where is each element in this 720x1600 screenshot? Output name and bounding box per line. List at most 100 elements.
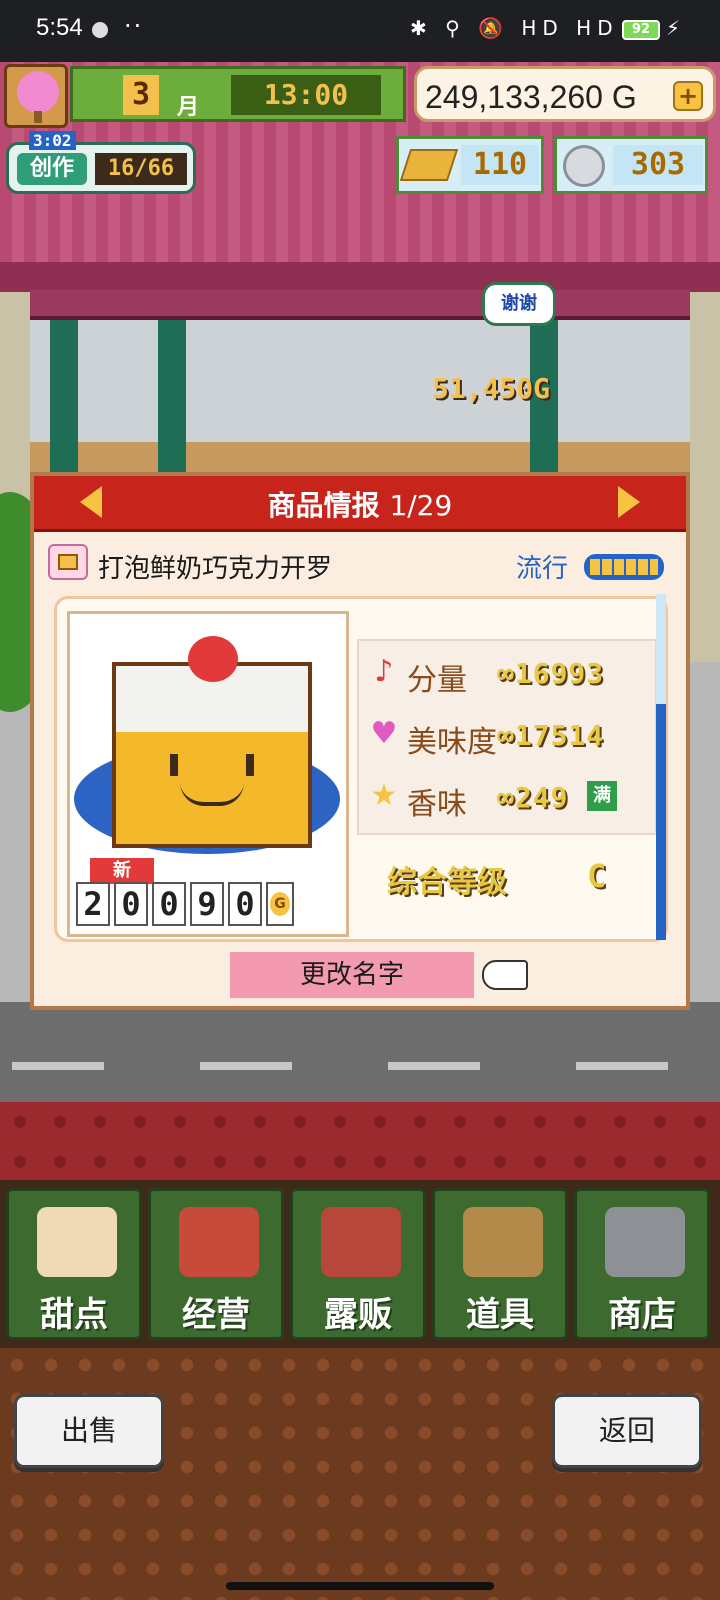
battery-icon: 92: [622, 20, 660, 40]
gold-bar-count: 110: [461, 145, 539, 185]
trend-meter-fill: [590, 559, 658, 575]
back-button[interactable]: 返回: [552, 1394, 702, 1468]
panel-header: 商品情报 1/29: [34, 476, 686, 532]
panel-title-text: 商品情报: [267, 489, 380, 522]
gold-bar-icon: [399, 149, 459, 181]
create-timer: 3:02: [29, 131, 76, 150]
home-indicator[interactable]: [226, 1582, 494, 1590]
price-digit: 0: [114, 882, 148, 926]
cake-eye: [170, 754, 178, 776]
product-image-frame: 新 2 0 0 9 0 G: [67, 611, 349, 937]
notification-icon: [92, 22, 108, 38]
price-unit: G: [270, 892, 290, 916]
tools-bag-icon: [463, 1207, 543, 1277]
shop-sign-bar: [30, 290, 690, 320]
price-digit: 0: [228, 882, 262, 926]
panel-title: 商品情报 1/29: [34, 484, 686, 524]
product-detail-card: 新 2 0 0 9 0 G ♪ 分量 ∞16993 ♥ 美味度 ∞17514 ★…: [54, 596, 668, 942]
nav-label: 甜点: [40, 1295, 108, 1335]
add-money-button[interactable]: +: [673, 81, 703, 111]
status-time: 5:54: [36, 14, 83, 41]
money-display: 249,133,260 G +: [414, 66, 716, 122]
month-label: 月: [177, 95, 200, 120]
store-icon: [179, 1207, 259, 1277]
overall-grade-value: C: [587, 857, 607, 895]
stat-row-volume: ♪ 分量 ∞16993: [365, 645, 655, 701]
create-counter[interactable]: 3:02 创作 16/66: [6, 131, 196, 194]
panel-scrollbar[interactable]: [656, 594, 666, 940]
charging-icon: ⚡: [666, 16, 681, 40]
customer-speech-bubble: 谢谢: [482, 282, 556, 326]
status-bar: 5:54 ·· ✱ ⚲ 🔕 HD HD ≋ 92 ⚡: [0, 0, 720, 62]
nav-food-truck-button[interactable]: 露贩: [290, 1188, 426, 1340]
lane-marking: [12, 1062, 104, 1070]
stat-label: 分量: [407, 663, 467, 698]
gold-bar-counter: 110: [396, 136, 544, 194]
nav-management-button[interactable]: 经营: [148, 1188, 284, 1340]
stat-label: 香味: [407, 787, 467, 822]
trend-label: 流行: [516, 554, 569, 584]
lane-marking: [200, 1062, 292, 1070]
overall-grade-label: 综合等级: [387, 865, 507, 900]
rename-button[interactable]: 更改名字: [230, 952, 474, 998]
heart-icon: ♥: [370, 716, 398, 751]
previous-arrow-icon[interactable]: [80, 486, 102, 518]
nav-label: 商店: [608, 1295, 676, 1335]
music-note-icon: ♪: [374, 654, 394, 689]
medal-icon: [563, 145, 605, 187]
medal-count: 303: [613, 145, 703, 185]
product-category-icon: [48, 544, 88, 580]
sell-button[interactable]: 出售: [14, 1394, 164, 1468]
cake-icon: [37, 1207, 117, 1277]
price-digit: 9: [190, 882, 224, 926]
price-display: 2 0 0 9 0 G: [76, 882, 294, 928]
lane-marking: [388, 1062, 480, 1070]
calendar-display: 3 月 13:00: [70, 66, 406, 122]
game-clock: 13:00: [231, 75, 381, 115]
nav-items-button[interactable]: 道具: [432, 1188, 568, 1340]
gold-coin-icon: G: [266, 882, 294, 926]
max-badge: 满: [587, 781, 617, 811]
bottom-nav: 甜点 经营 露贩 道具 商店: [0, 1180, 720, 1348]
strawberry-topping: [188, 636, 238, 682]
avatar-button[interactable]: [4, 64, 68, 128]
nav-desserts-button[interactable]: 甜点: [6, 1188, 142, 1340]
scrollbar-thumb[interactable]: [656, 704, 666, 940]
create-count: 16/66: [95, 153, 187, 185]
shopping-cart-icon: [605, 1207, 685, 1277]
price-digit: 2: [76, 882, 110, 926]
money-value: 249,133,260 G: [425, 79, 637, 115]
food-truck-icon: [321, 1207, 401, 1277]
nav-label: 道具: [466, 1295, 534, 1335]
month-number: 3: [123, 75, 159, 115]
tree-trunk: [34, 111, 42, 123]
bottom-panel: [0, 1348, 720, 1600]
stat-value: ∞17514: [497, 719, 605, 752]
price-digit: 0: [152, 882, 186, 926]
game-scene: 3 月 13:00 249,133,260 G + 3:02 创作 16/66 …: [0, 62, 720, 1600]
status-icons: ✱ ⚲ 🔕 HD HD ≋: [410, 16, 654, 40]
next-arrow-icon[interactable]: [618, 486, 640, 518]
star-icon: ★: [370, 778, 398, 813]
stat-row-aroma: ★ 香味 ∞249 9 满: [365, 769, 655, 825]
medal-counter: 303: [554, 136, 708, 194]
trend-meter: [584, 554, 664, 580]
product-stats: ♪ 分量 ∞16993 ♥ 美味度 ∞17514 ★ 香味 ∞249 9 满: [357, 639, 657, 835]
pointing-hand-icon: [482, 960, 528, 990]
stat-value: ∞16993: [497, 657, 605, 690]
product-box-icon: [58, 554, 78, 570]
product-info-panel: 商品情报 1/29 打泡鲜奶巧克力开罗 流行 新 2 0 0 9 0 G ♪ 分…: [30, 472, 690, 1010]
stat-label: 美味度: [407, 725, 497, 760]
stat-row-taste: ♥ 美味度 ∞17514: [365, 707, 655, 763]
new-badge: 新: [90, 858, 154, 884]
more-notifications-icon: ··: [124, 12, 144, 40]
cake-eye: [246, 754, 254, 776]
nav-label: 经营: [182, 1295, 250, 1335]
panel-pager: 1/29: [389, 489, 453, 522]
product-name: 打泡鲜奶巧克力开罗: [98, 554, 333, 584]
nav-shop-button[interactable]: 商店: [574, 1188, 710, 1340]
create-label: 创作: [17, 153, 87, 185]
sakura-tree-icon: [17, 71, 59, 113]
lane-marking: [576, 1062, 668, 1070]
nav-label: 露贩: [324, 1295, 392, 1335]
